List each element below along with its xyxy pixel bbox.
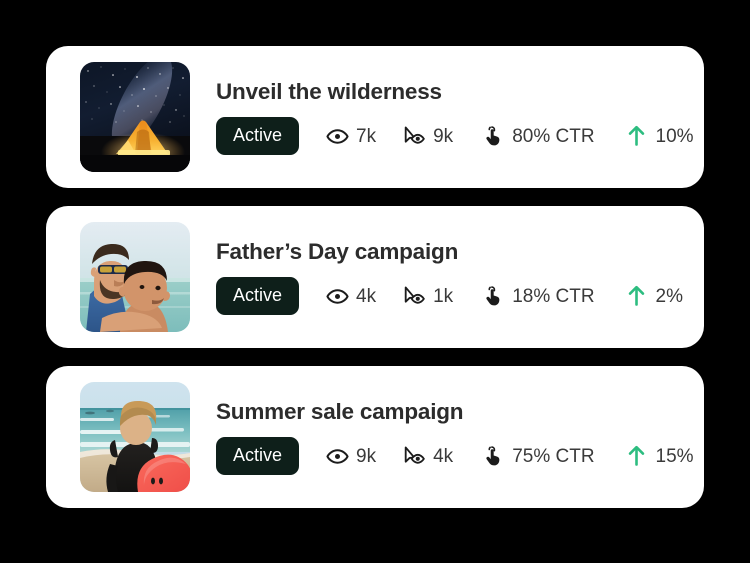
arrow-up-icon — [625, 124, 649, 148]
cursor-eye-icon — [402, 124, 426, 148]
eye-icon — [325, 284, 349, 308]
campaign-title: Summer sale campaign — [216, 398, 464, 424]
cursor-eye-icon — [402, 444, 426, 468]
metric-ctr: 75% CTR — [481, 444, 595, 468]
tap-hand-icon — [481, 124, 505, 148]
tap-hand-icon — [481, 284, 505, 308]
campaign-thumbnail — [80, 62, 190, 172]
metric-impressions-value: 7k — [356, 126, 377, 148]
metric-ctr-value: 80% CTR — [512, 126, 595, 148]
metric-views: 9k — [402, 124, 453, 148]
campaign-card-body: Father’s Day campaign Active 4k 1k 18% C… — [216, 239, 683, 316]
campaign-thumbnail — [80, 222, 190, 332]
campaign-card[interactable]: Summer sale campaign Active 9k 4k 75% CT… — [46, 366, 704, 508]
metric-impressions-value: 4k — [356, 286, 377, 308]
metric-ctr: 18% CTR — [481, 284, 595, 308]
metric-trend: 2% — [625, 284, 683, 308]
metric-ctr-value: 18% CTR — [512, 286, 595, 308]
metric-views-value: 1k — [433, 286, 454, 308]
metric-trend: 10% — [625, 124, 694, 148]
metric-impressions: 4k — [325, 284, 376, 308]
metric-views: 4k — [402, 444, 453, 468]
metric-impressions-value: 9k — [356, 446, 377, 468]
campaign-card-body: Unveil the wilderness Active 7k 9k 80% C… — [216, 79, 694, 156]
metric-views-value: 9k — [433, 126, 454, 148]
metric-trend: 15% — [625, 444, 694, 468]
metric-impressions: 9k — [325, 444, 376, 468]
campaign-title: Unveil the wilderness — [216, 78, 442, 104]
campaign-card[interactable]: Unveil the wilderness Active 7k 9k 80% C… — [46, 46, 704, 188]
campaign-thumbnail — [80, 382, 190, 492]
tap-hand-icon — [481, 444, 505, 468]
metric-ctr: 80% CTR — [481, 124, 595, 148]
metric-trend-value: 10% — [655, 126, 694, 148]
arrow-up-icon — [625, 444, 649, 468]
campaign-card-body: Summer sale campaign Active 9k 4k 75% CT… — [216, 399, 694, 476]
arrow-up-icon — [625, 284, 649, 308]
campaign-metrics-row: Active 9k 4k 75% CTR 15% — [216, 437, 694, 476]
metric-trend-value: 2% — [655, 286, 684, 308]
eye-icon — [325, 444, 349, 468]
metric-impressions: 7k — [325, 124, 376, 148]
status-badge[interactable]: Active — [216, 437, 300, 476]
campaign-card-list: Unveil the wilderness Active 7k 9k 80% C… — [46, 46, 704, 508]
metric-ctr-value: 75% CTR — [512, 446, 595, 468]
status-badge[interactable]: Active — [216, 277, 300, 316]
campaign-metrics-row: Active 7k 9k 80% CTR 10% — [216, 117, 694, 156]
campaign-metrics-row: Active 4k 1k 18% CTR 2% — [216, 277, 683, 316]
status-badge[interactable]: Active — [216, 117, 300, 156]
cursor-eye-icon — [402, 284, 426, 308]
metric-views: 1k — [402, 284, 453, 308]
eye-icon — [325, 124, 349, 148]
campaign-title: Father’s Day campaign — [216, 238, 459, 264]
campaign-card[interactable]: Father’s Day campaign Active 4k 1k 18% C… — [46, 206, 704, 348]
metric-views-value: 4k — [433, 446, 454, 468]
metric-trend-value: 15% — [655, 446, 694, 468]
